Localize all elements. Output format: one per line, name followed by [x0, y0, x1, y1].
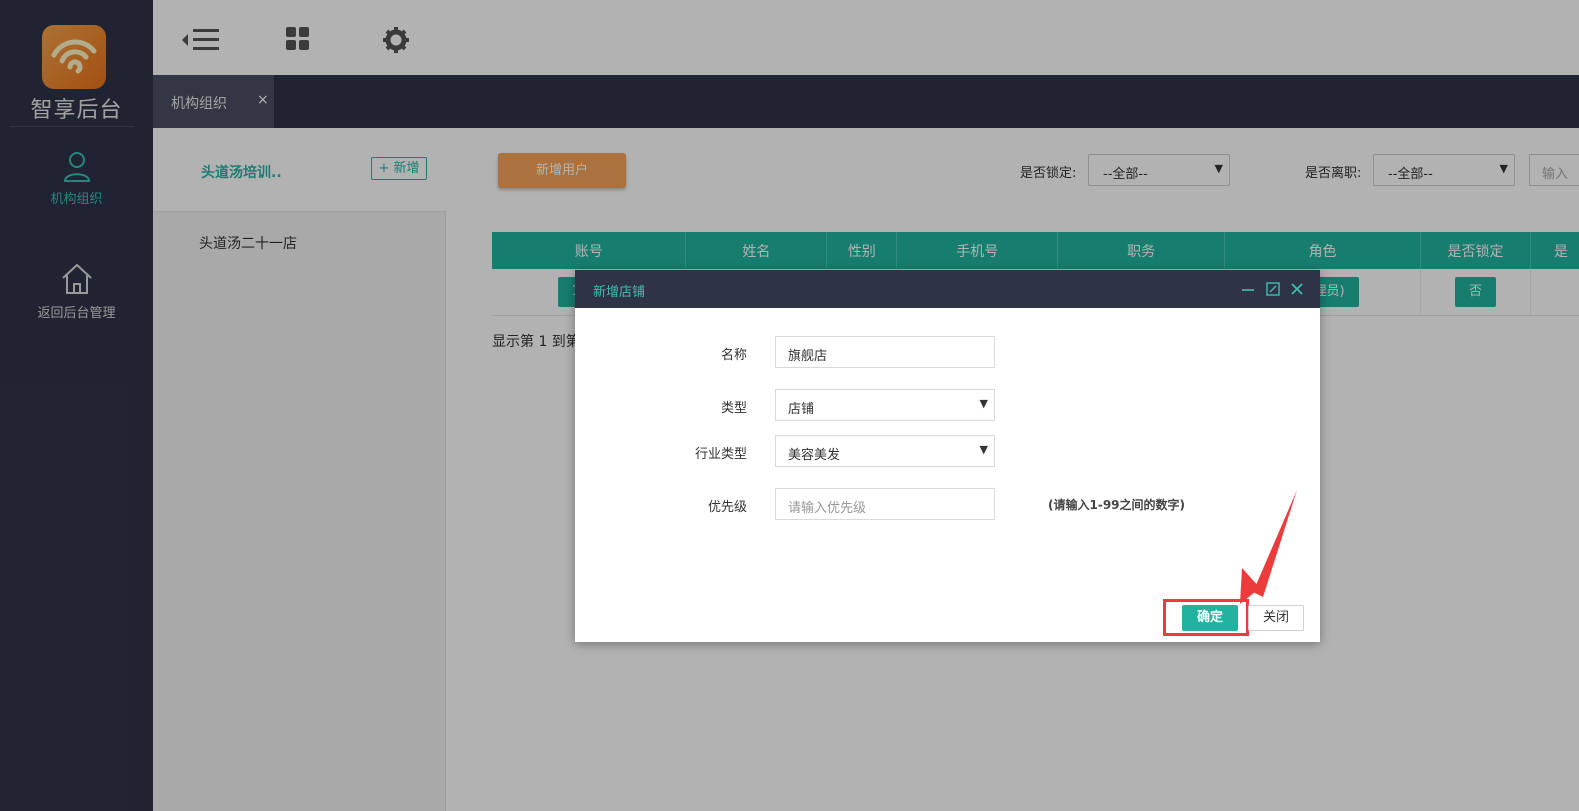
caret-down-icon: ▼ — [979, 443, 988, 456]
priority-hint: (请输入1-99之间的数字) — [1048, 498, 1185, 512]
close-icon[interactable] — [1290, 279, 1304, 299]
priority-label: 优先级 — [707, 500, 747, 515]
caret-down-icon: ▼ — [979, 397, 988, 410]
add-store-dialog: 新增店铺 名称 旗舰店 类型 店铺 ▼ 行业类型 美容美发 ▼ 优先级 请输入优… — [575, 270, 1320, 642]
industry-label: 行业类型 — [694, 447, 747, 462]
minimize-icon[interactable] — [1241, 279, 1255, 299]
dialog-title: 新增店铺 — [593, 285, 646, 300]
input-value: 旗舰店 — [788, 349, 828, 364]
priority-input[interactable]: 请输入优先级 — [775, 488, 995, 520]
name-label: 名称 — [720, 348, 747, 363]
type-label: 类型 — [720, 401, 747, 416]
input-placeholder: 请输入优先级 — [788, 501, 867, 516]
name-input[interactable]: 旗舰店 — [775, 336, 995, 368]
type-select[interactable]: 店铺 ▼ — [775, 389, 995, 421]
maximize-icon[interactable] — [1266, 279, 1280, 299]
select-value: 店铺 — [788, 402, 815, 417]
industry-select[interactable]: 美容美发 ▼ — [775, 435, 995, 467]
dialog-header: 新增店铺 — [575, 270, 1320, 308]
close-button[interactable]: 关闭 — [1248, 605, 1304, 631]
confirm-button[interactable]: 确定 — [1182, 605, 1238, 631]
select-value: 美容美发 — [788, 448, 841, 463]
